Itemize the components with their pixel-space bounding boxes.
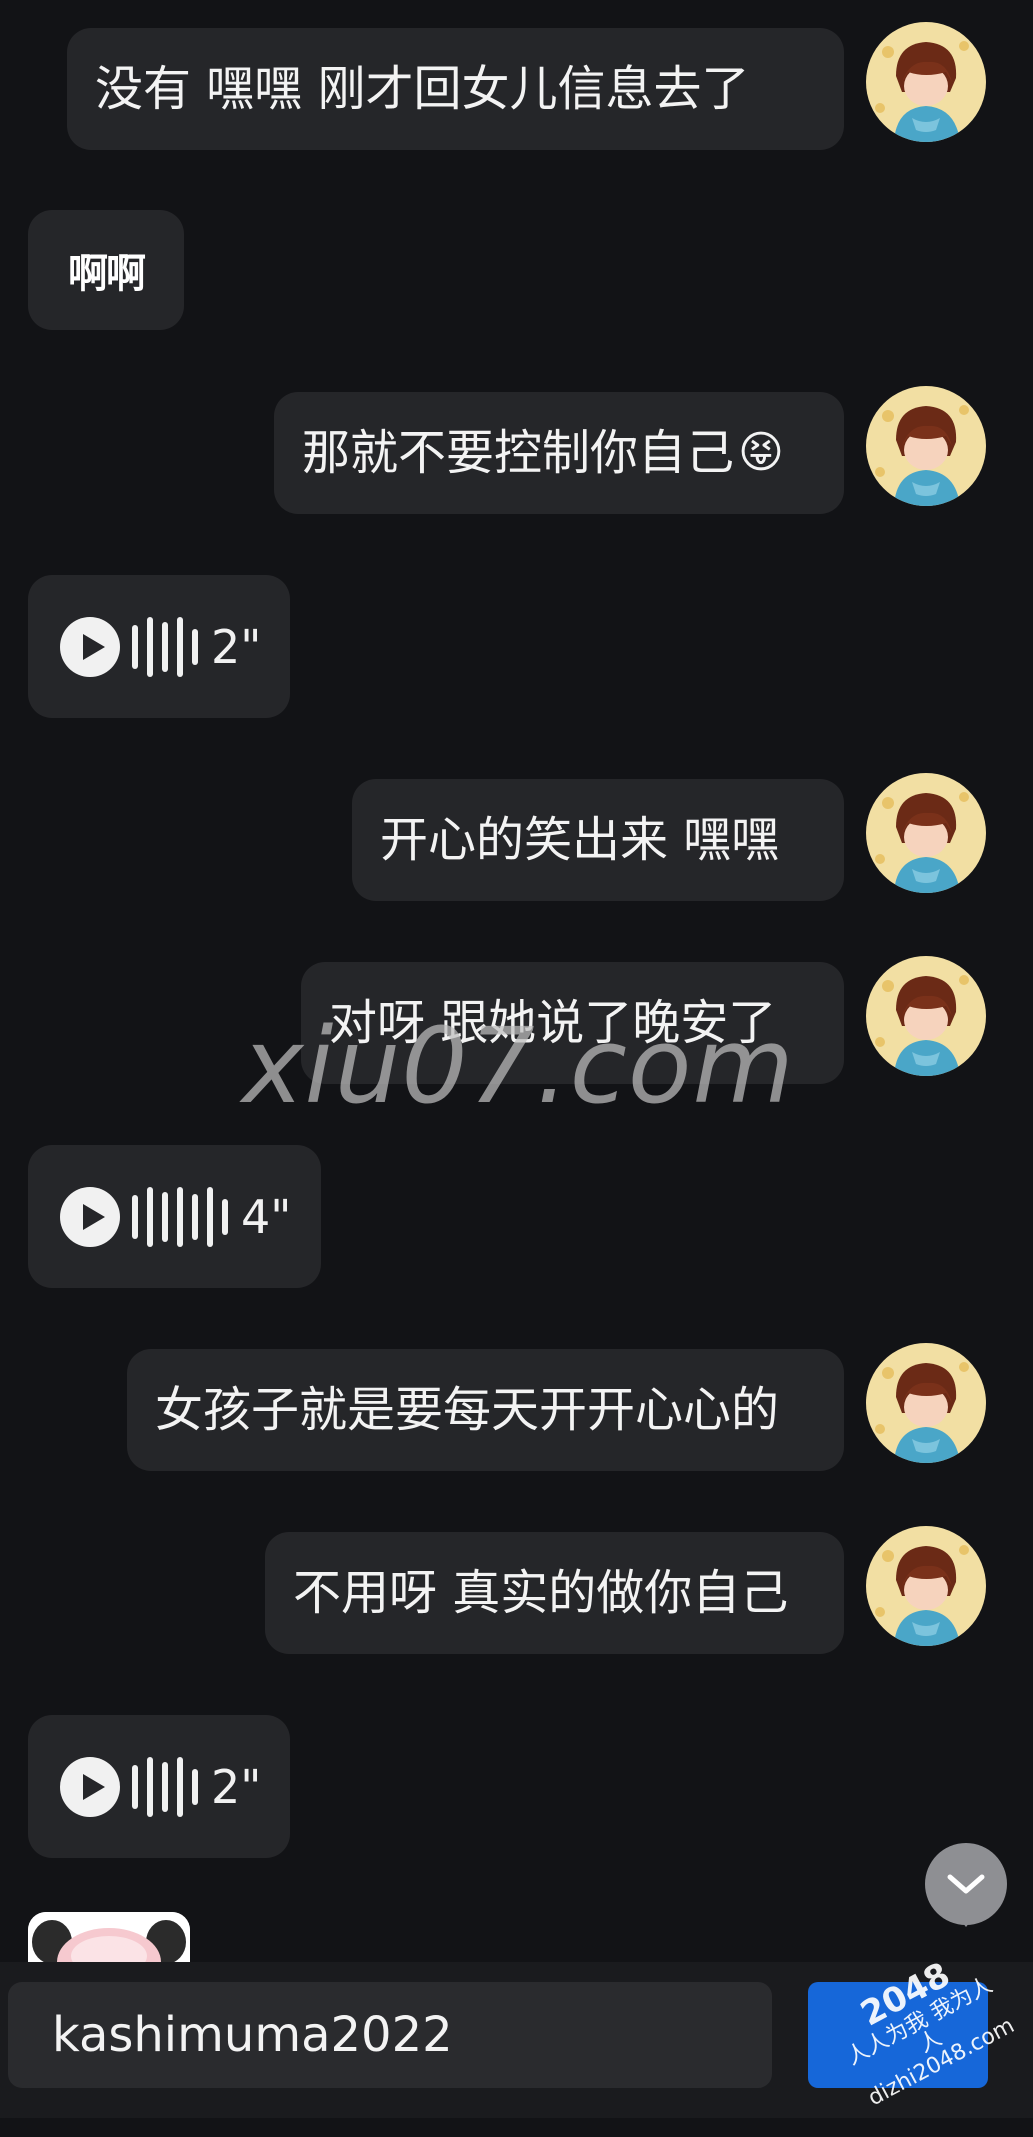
avatar[interactable] bbox=[866, 1343, 986, 1463]
emoji: 😝 bbox=[738, 427, 784, 478]
avatar[interactable] bbox=[866, 1526, 986, 1646]
avatar[interactable] bbox=[866, 22, 986, 142]
avatar-image bbox=[866, 386, 986, 506]
message-bubble-outgoing[interactable]: 对呀 跟她说了晚安了 bbox=[301, 962, 844, 1084]
avatar-image bbox=[866, 956, 986, 1076]
avatar[interactable] bbox=[866, 956, 986, 1076]
message-input-value: kashimuma2022 bbox=[52, 2007, 453, 2063]
sticker-message-incoming[interactable]: 啊啊 bbox=[28, 210, 184, 330]
voice-message-incoming[interactable]: 2" bbox=[28, 1715, 290, 1858]
waveform-icon bbox=[132, 1186, 237, 1248]
scroll-down-button[interactable] bbox=[925, 1843, 1007, 1927]
voice-duration: 4" bbox=[241, 1189, 292, 1244]
message-text: 开心的笑出来 嘿嘿 bbox=[380, 812, 780, 868]
message-text: 女孩子就是要每天开开心心的 bbox=[155, 1382, 780, 1438]
message-bubble-outgoing[interactable]: 没有 嘿嘿 刚才回女儿信息去了 bbox=[67, 28, 844, 150]
message-input[interactable]: kashimuma2022 bbox=[8, 1982, 772, 2088]
message-bubble-outgoing[interactable]: 女孩子就是要每天开开心心的 bbox=[127, 1349, 844, 1471]
waveform-icon bbox=[132, 616, 207, 678]
play-icon[interactable] bbox=[60, 1186, 120, 1247]
voice-message-incoming[interactable]: 4" bbox=[28, 1145, 321, 1288]
message-text: 对呀 跟她说了晚安了 bbox=[329, 995, 777, 1051]
avatar[interactable] bbox=[866, 386, 986, 506]
avatar-image bbox=[866, 1343, 986, 1463]
avatar[interactable] bbox=[866, 773, 986, 893]
voice-duration: 2" bbox=[211, 619, 262, 674]
chat-area: 没有 嘿嘿 刚才回女儿信息去了 啊啊 那就不要控制你自己 😝 2" 开心的笑出来… bbox=[0, 0, 1033, 1972]
voice-message-incoming[interactable]: 2" bbox=[28, 575, 290, 718]
voice-duration: 2" bbox=[211, 1759, 262, 1814]
message-bubble-outgoing[interactable]: 不用呀 真实的做你自己 bbox=[265, 1532, 844, 1654]
play-icon[interactable] bbox=[60, 616, 120, 677]
play-icon[interactable] bbox=[60, 1756, 120, 1817]
chevron-down-icon bbox=[947, 1874, 985, 1894]
avatar-image bbox=[866, 773, 986, 893]
message-bubble-outgoing[interactable]: 开心的笑出来 嘿嘿 bbox=[352, 779, 844, 901]
avatar-image bbox=[866, 1526, 986, 1646]
avatar-image bbox=[866, 22, 986, 142]
message-bubble-outgoing[interactable]: 那就不要控制你自己 😝 bbox=[274, 392, 844, 514]
waveform-icon bbox=[132, 1756, 207, 1818]
message-text: 没有 嘿嘿 刚才回女儿信息去了 bbox=[95, 61, 750, 117]
message-text: 那就不要控制你自己 bbox=[302, 425, 735, 481]
message-text: 不用呀 真实的做你自己 bbox=[293, 1565, 789, 1621]
sticker-text: 啊啊 bbox=[68, 250, 146, 297]
